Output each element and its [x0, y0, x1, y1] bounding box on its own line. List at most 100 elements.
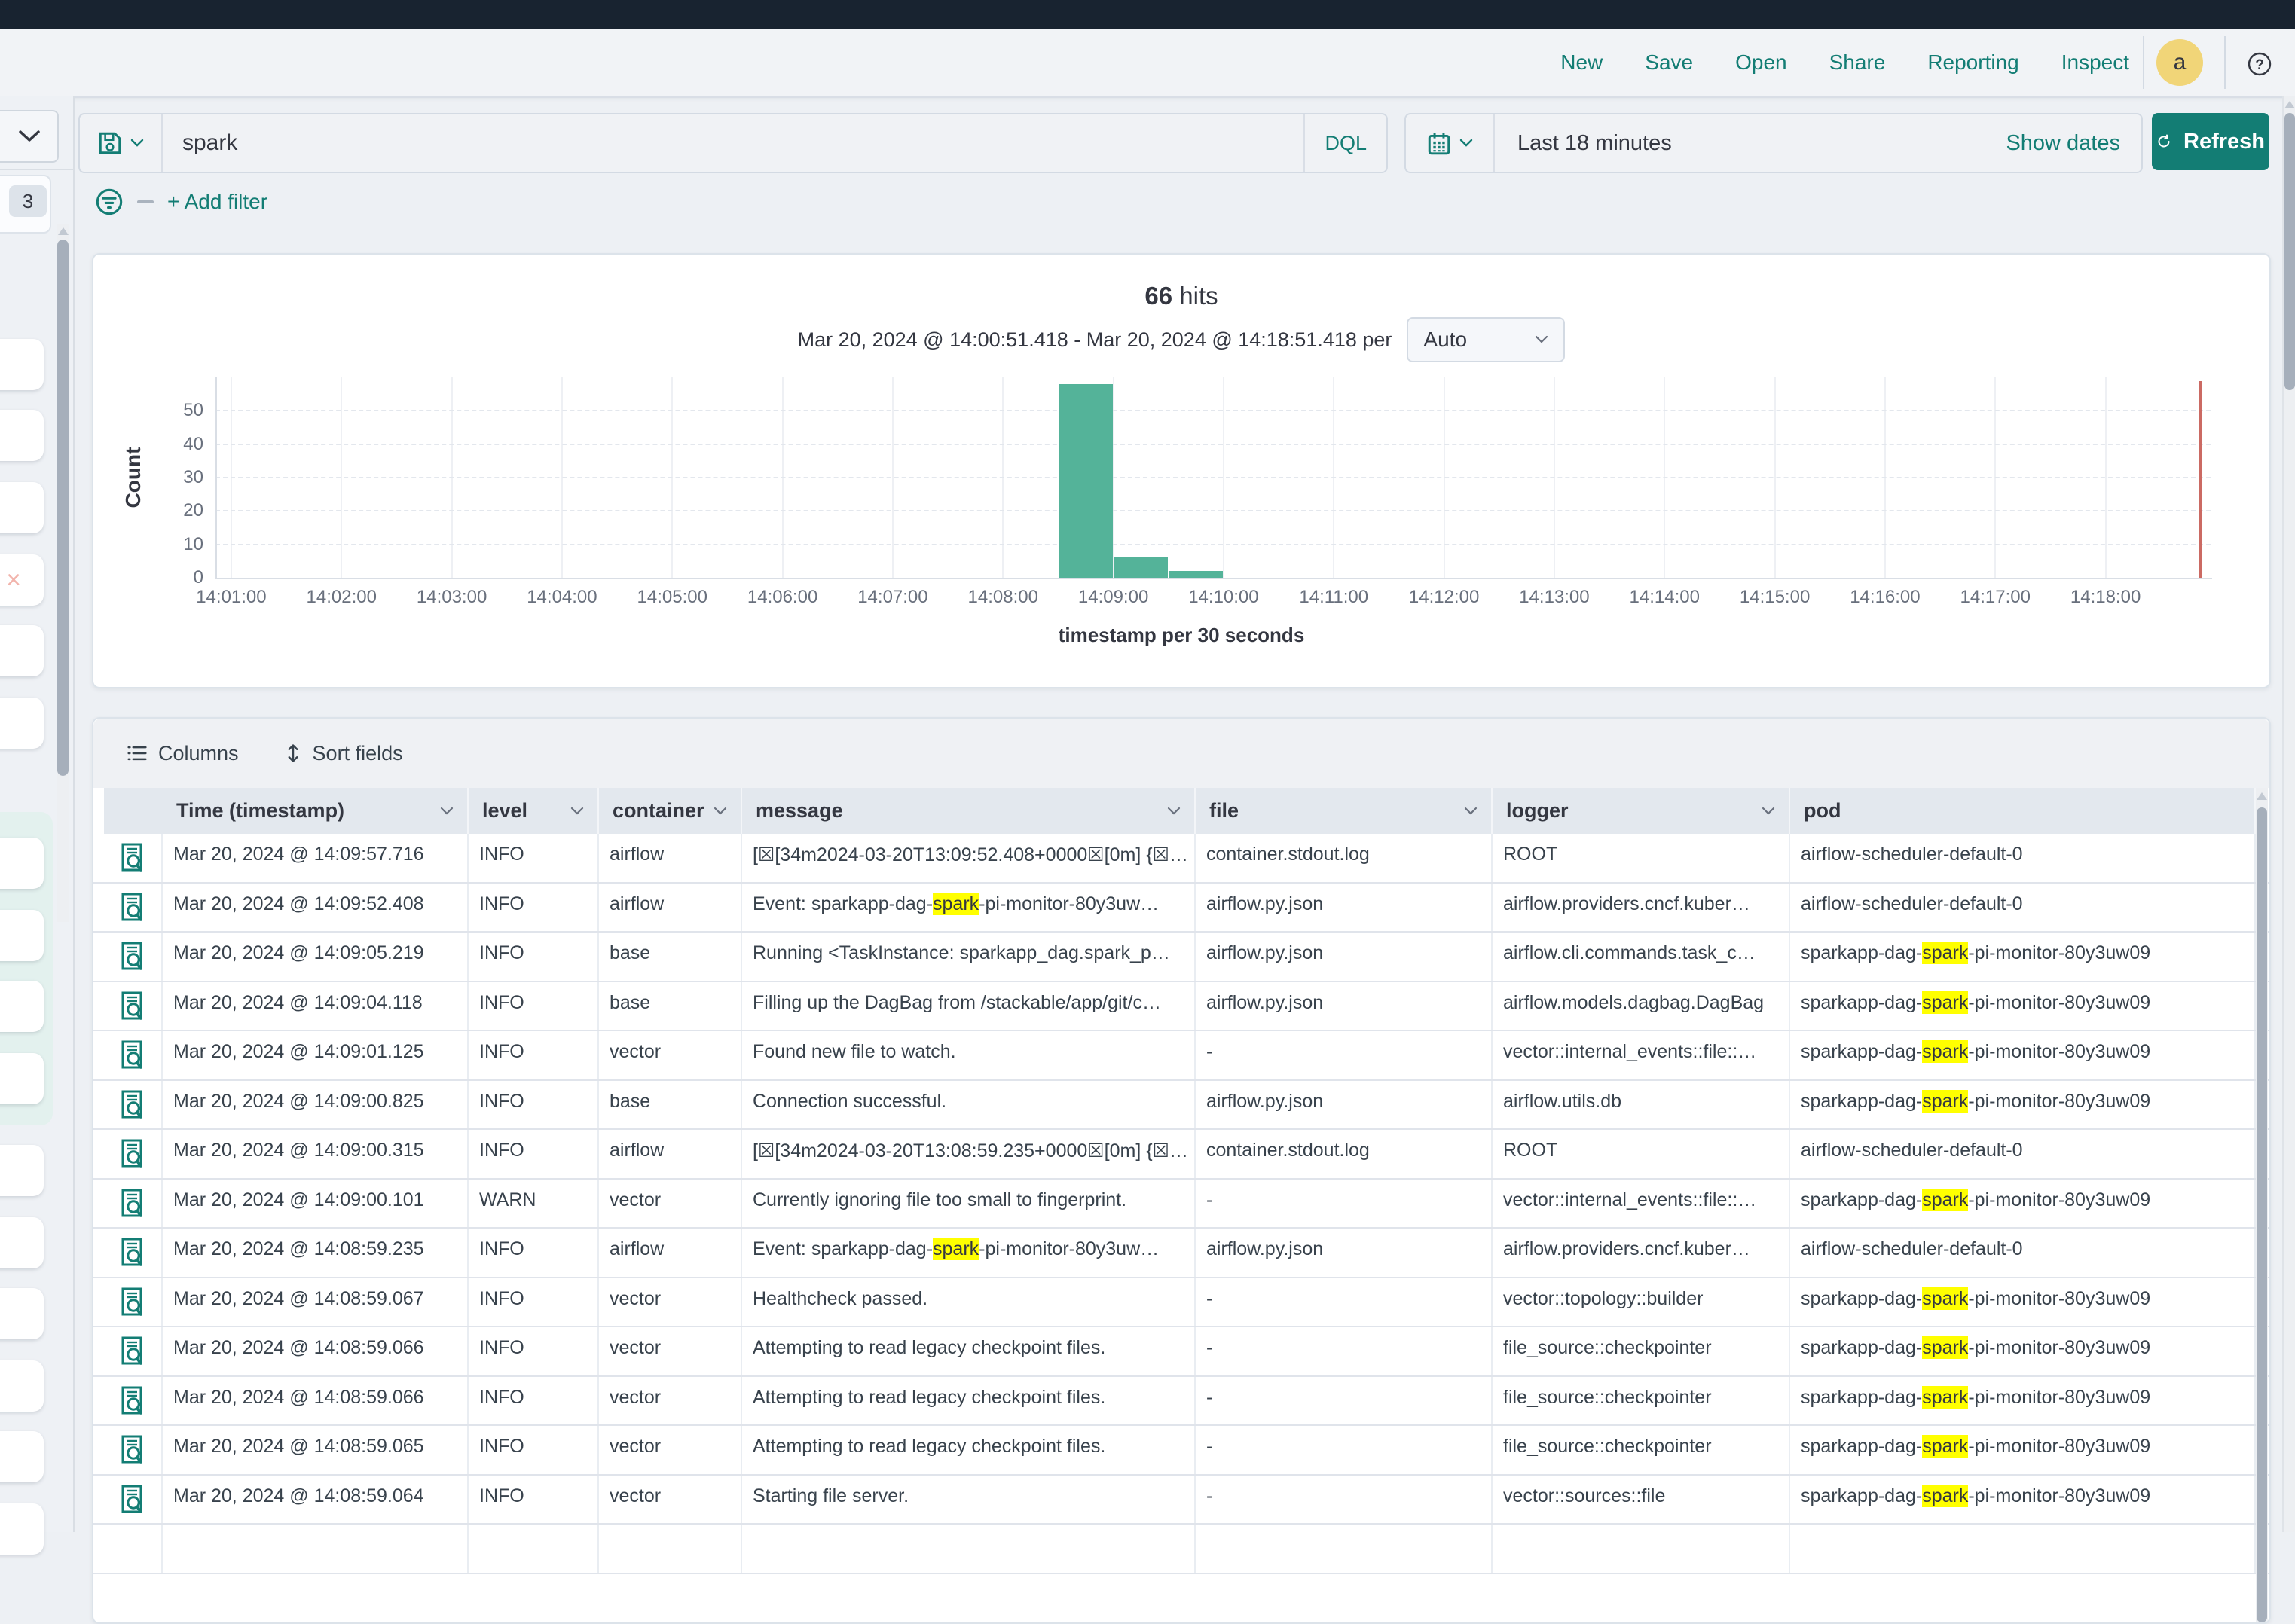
cell-level: INFO	[469, 1377, 599, 1425]
row-control-cell	[104, 834, 163, 882]
time-range-value[interactable]: Last 18 minutes	[1495, 114, 2006, 172]
field-card[interactable]	[0, 1503, 44, 1555]
refresh-button[interactable]: Refresh	[2152, 113, 2269, 170]
cell-logger: airflow.models.dagbag.DagBag	[1493, 982, 1790, 1030]
cell-container: base	[599, 933, 742, 981]
field-card[interactable]	[0, 1217, 44, 1268]
nav-item-inspect[interactable]: Inspect	[2061, 50, 2129, 75]
histogram-chart[interactable]: 14:01:0014:02:0014:03:0014:04:0014:05:00…	[93, 255, 2269, 687]
histogram-bar[interactable]	[1059, 384, 1112, 578]
table-row: Mar 20, 2024 @ 14:08:59.067INFOvectorHea…	[93, 1278, 2269, 1328]
column-header-file[interactable]: file	[1196, 788, 1493, 834]
page-scroll-thumb[interactable]	[2284, 113, 2295, 390]
expand-document-button[interactable]	[119, 1336, 145, 1366]
field-card[interactable]	[0, 1288, 44, 1339]
nav-item-open[interactable]: Open	[1735, 50, 1787, 75]
cell-file: container.stdout.log	[1196, 1130, 1493, 1178]
column-header-logger[interactable]: logger	[1493, 788, 1790, 834]
column-header-level[interactable]: level	[469, 788, 599, 834]
cell-level: INFO	[469, 1229, 599, 1277]
cell-file: -	[1196, 1476, 1493, 1524]
field-card[interactable]	[0, 339, 44, 390]
cell-message: Attempting to read legacy checkpoint fil…	[742, 1426, 1196, 1474]
cell-pod: sparkapp-dag-spark-pi-monitor-80y3uw09	[1790, 1081, 2256, 1129]
field-card[interactable]	[0, 625, 44, 676]
avatar[interactable]: a	[2156, 39, 2203, 86]
expand-document-button[interactable]	[119, 991, 145, 1021]
expand-document-button[interactable]	[119, 1138, 145, 1168]
cell-time: Mar 20, 2024 @ 14:09:01.125	[163, 1031, 469, 1079]
expand-document-button[interactable]	[119, 1484, 145, 1514]
nav-item-new[interactable]: New	[1560, 50, 1603, 75]
field-card[interactable]: ×	[0, 554, 44, 606]
table-scrollbar[interactable]	[2256, 788, 2268, 1622]
column-header-message[interactable]: message	[742, 788, 1196, 834]
cell-time: Mar 20, 2024 @ 14:09:00.825	[163, 1081, 469, 1129]
nav-item-save[interactable]: Save	[1645, 50, 1693, 75]
cell-time: Mar 20, 2024 @ 14:08:59.066	[163, 1377, 469, 1425]
scroll-up-arrow[interactable]	[2284, 101, 2295, 108]
expand-document-button[interactable]	[119, 892, 145, 922]
cell-container: vector	[599, 1180, 742, 1228]
field-card[interactable]	[0, 981, 44, 1032]
expand-document-button[interactable]	[119, 1188, 145, 1218]
expand-document-button[interactable]	[119, 1434, 145, 1464]
field-card[interactable]	[0, 1431, 44, 1482]
add-filter-button[interactable]: + Add filter	[167, 190, 267, 214]
expand-document-button[interactable]	[119, 1089, 145, 1119]
sort-fields-button[interactable]: Sort fields	[284, 742, 403, 765]
column-header-time--timestamp-[interactable]: Time (timestamp)	[163, 788, 469, 834]
cell-message: Found new file to watch.	[742, 1031, 1196, 1079]
time-range-label: Last 18 minutes	[1517, 131, 1672, 156]
field-card[interactable]	[0, 838, 44, 889]
remove-field-icon[interactable]: ×	[6, 567, 21, 593]
expand-document-button[interactable]	[119, 1237, 145, 1267]
field-card[interactable]	[0, 698, 44, 749]
column-header-container[interactable]: container	[599, 788, 742, 834]
cell-container: vector	[599, 1278, 742, 1326]
field-card[interactable]	[0, 1360, 44, 1412]
nav-item-share[interactable]: Share	[1829, 50, 1886, 75]
y-tick-label: 10	[151, 534, 203, 555]
chevron-down-icon	[570, 807, 584, 816]
field-card[interactable]	[0, 1053, 44, 1104]
cell-time: Mar 20, 2024 @ 14:08:59.235	[163, 1229, 469, 1277]
expand-document-button[interactable]	[119, 1287, 145, 1317]
scroll-up-arrow[interactable]	[2257, 792, 2267, 800]
sidebar-scroll-thumb[interactable]	[57, 240, 69, 776]
cell-pod: sparkapp-dag-spark-pi-monitor-80y3uw09	[1790, 933, 2256, 981]
histogram-bar[interactable]	[1169, 571, 1223, 578]
help-icon[interactable]: ?	[2247, 51, 2272, 77]
cell-message: [☒[34m2024-03-20T13:08:59.235+0000☒[0m] …	[742, 1130, 1196, 1178]
expand-document-button[interactable]	[119, 941, 145, 971]
query-language-button[interactable]: DQL	[1303, 114, 1386, 172]
columns-button[interactable]: Columns	[127, 742, 239, 765]
cell-pod: airflow-scheduler-default-0	[1790, 1130, 2256, 1178]
cell-level: WARN	[469, 1180, 599, 1228]
histogram-bar[interactable]	[1114, 557, 1168, 578]
expand-document-button[interactable]	[119, 1385, 145, 1415]
show-dates-button[interactable]: Show dates	[2006, 114, 2141, 172]
scroll-up-arrow[interactable]	[58, 227, 69, 235]
field-card[interactable]	[0, 910, 44, 961]
field-card[interactable]	[0, 1145, 44, 1196]
page-scrollbar[interactable]	[2282, 96, 2295, 1532]
cell-logger: file_source::checkpointer	[1493, 1327, 1790, 1375]
table-row: Mar 20, 2024 @ 14:09:04.118INFObaseFilli…	[93, 982, 2269, 1032]
cell-container: base	[599, 982, 742, 1030]
cell-level: INFO	[469, 982, 599, 1030]
quick-select-time-button[interactable]	[1406, 114, 1495, 172]
x-tick-label: 14:06:00	[726, 587, 839, 608]
nav-item-reporting[interactable]: Reporting	[1927, 50, 2018, 75]
filter-icon[interactable]	[95, 188, 124, 216]
expand-document-button[interactable]	[119, 842, 145, 872]
sidebar-scrollbar[interactable]	[57, 224, 69, 922]
sidebar-collapse-button[interactable]	[0, 110, 59, 163]
saved-query-menu-button[interactable]	[80, 114, 163, 172]
field-card[interactable]	[0, 410, 44, 461]
query-input[interactable]	[163, 114, 1303, 172]
column-header-pod[interactable]: pod	[1790, 788, 2256, 834]
field-card[interactable]	[0, 482, 44, 533]
expand-document-button[interactable]	[119, 1039, 145, 1070]
table-scroll-thumb[interactable]	[2257, 807, 2267, 1622]
